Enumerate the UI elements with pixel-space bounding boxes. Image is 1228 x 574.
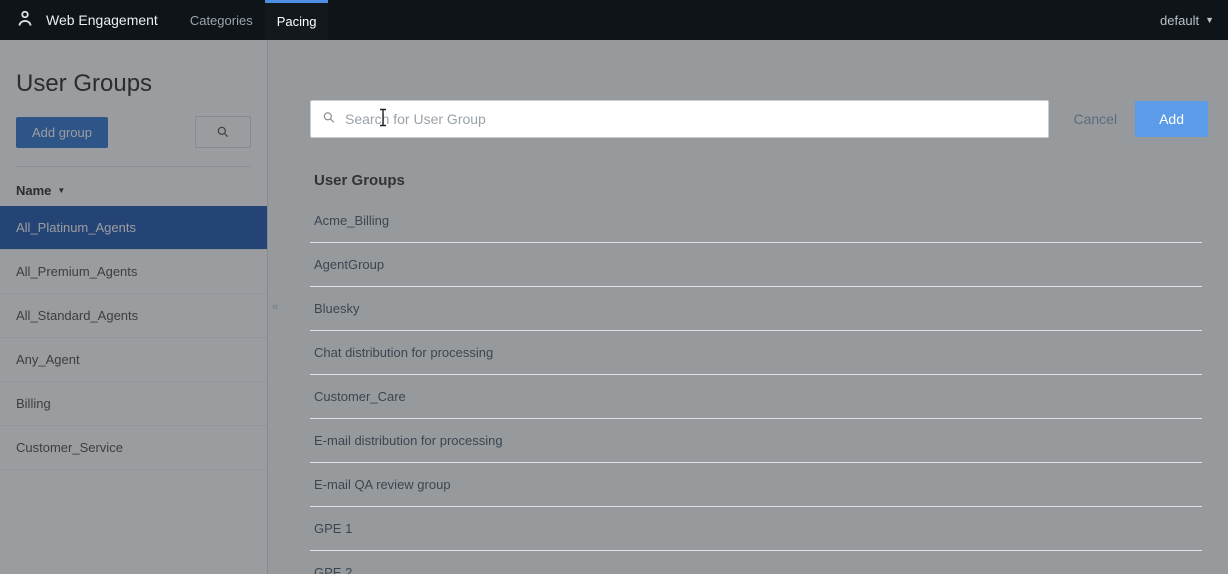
result-item[interactable]: Chat distribution for processing bbox=[310, 331, 1202, 375]
results-section-title: User Groups bbox=[310, 172, 1208, 199]
result-item[interactable]: AgentGroup bbox=[310, 243, 1202, 287]
result-item[interactable]: Acme_Billing bbox=[310, 199, 1202, 243]
main-area: User Groups Add group Name ▼ All_Platinu… bbox=[0, 40, 1228, 574]
caret-down-icon: ▼ bbox=[1205, 15, 1214, 25]
result-label: Customer_Care bbox=[314, 389, 406, 404]
result-label: GPE 1 bbox=[314, 521, 352, 536]
result-label: GPE 2 bbox=[314, 565, 352, 574]
modal-body: User Groups Acme_Billing AgentGroup Blue… bbox=[310, 172, 1208, 574]
result-label: E-mail QA review group bbox=[314, 477, 451, 492]
results-list[interactable]: Acme_Billing AgentGroup Bluesky Chat dis… bbox=[310, 199, 1208, 574]
modal-header: Cancel Add bbox=[310, 100, 1208, 138]
nav-tabs: Categories Pacing bbox=[178, 0, 329, 40]
search-field-wrap bbox=[310, 100, 1049, 138]
search-icon bbox=[322, 111, 336, 128]
brand-logo[interactable]: Web Engagement bbox=[14, 9, 158, 31]
cancel-button[interactable]: Cancel bbox=[1063, 103, 1127, 135]
app-root: Web Engagement Categories Pacing default… bbox=[0, 0, 1228, 574]
user-group-picker-modal: Cancel Add User Groups Acme_Billing Agen… bbox=[310, 100, 1208, 574]
nav-tab-label: Pacing bbox=[277, 14, 317, 29]
result-item[interactable]: GPE 1 bbox=[310, 507, 1202, 551]
genesys-logo-icon bbox=[14, 9, 36, 31]
search-input[interactable] bbox=[310, 100, 1049, 138]
nav-left: Web Engagement Categories Pacing bbox=[14, 0, 328, 40]
result-item[interactable]: Bluesky bbox=[310, 287, 1202, 331]
nav-tab-label: Categories bbox=[190, 13, 253, 28]
top-navbar: Web Engagement Categories Pacing default… bbox=[0, 0, 1228, 40]
result-item[interactable]: E-mail QA review group bbox=[310, 463, 1202, 507]
result-item[interactable]: E-mail distribution for processing bbox=[310, 419, 1202, 463]
result-label: Chat distribution for processing bbox=[314, 345, 493, 360]
result-item[interactable]: GPE 2 bbox=[310, 551, 1202, 574]
result-item[interactable]: Customer_Care bbox=[310, 375, 1202, 419]
result-label: AgentGroup bbox=[314, 257, 384, 272]
tenant-picker[interactable]: default ▼ bbox=[1160, 13, 1214, 28]
tenant-label: default bbox=[1160, 13, 1199, 28]
result-label: Bluesky bbox=[314, 301, 360, 316]
result-label: E-mail distribution for processing bbox=[314, 433, 503, 448]
modal-actions: Cancel Add bbox=[1063, 101, 1208, 137]
result-label: Acme_Billing bbox=[314, 213, 389, 228]
brand-name: Web Engagement bbox=[46, 12, 158, 28]
nav-tab-categories[interactable]: Categories bbox=[178, 0, 265, 40]
add-button[interactable]: Add bbox=[1135, 101, 1208, 137]
nav-tab-pacing[interactable]: Pacing bbox=[265, 0, 329, 40]
